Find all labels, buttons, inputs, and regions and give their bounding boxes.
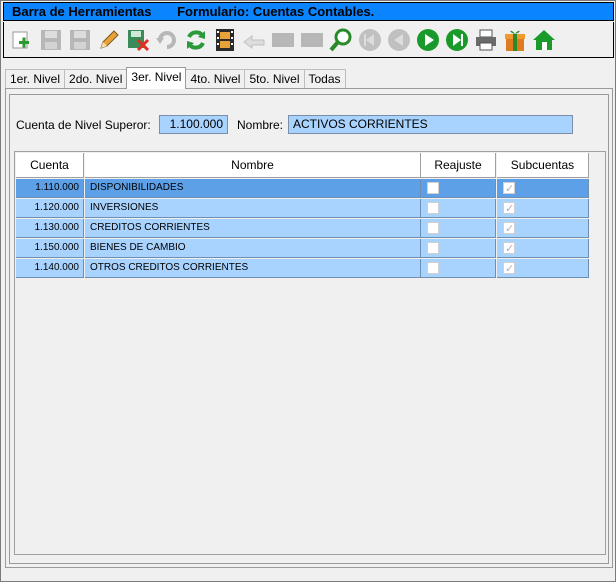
undo-icon (156, 30, 176, 49)
save-as-icon (70, 29, 90, 50)
search-button[interactable] (327, 25, 355, 55)
name-label: Nombre: (237, 118, 284, 132)
blank-button-2[interactable] (298, 25, 326, 55)
toolbar-caption: Barra de Herramientas (12, 4, 152, 19)
tab-level-2[interactable]: 2do. Nivel (64, 69, 128, 89)
tab-level-1[interactable]: 1er. Nivel (5, 69, 66, 89)
first-record-icon (359, 28, 381, 51)
previous-record-icon (388, 28, 410, 51)
name-field[interactable]: ACTIVOS CORRIENTES (288, 115, 573, 134)
table-row[interactable]: 1.130.000 CREDITOS CORRIENTES (16, 219, 589, 239)
cuenta-cell[interactable]: 1.110.000 (16, 179, 84, 198)
table-row[interactable]: 1.140.000 OTROS CREDITOS CORRIENTES (16, 259, 589, 279)
nombre-cell[interactable]: CREDITOS CORRIENTES (85, 219, 421, 238)
reajuste-cell (421, 179, 496, 198)
form-caption: Formulario: Cuentas Contables. (177, 4, 375, 19)
title-bar: Barra de Herramientas Formulario: Cuenta… (3, 2, 614, 21)
next-record-button[interactable] (414, 25, 442, 55)
reajuste-checkbox[interactable] (427, 262, 439, 274)
parent-account-label: Cuenta de Nivel Superor: (16, 118, 151, 132)
refresh-button[interactable] (182, 25, 210, 55)
reajuste-cell (421, 199, 496, 218)
tab-level-3[interactable]: 3er. Nivel (126, 67, 187, 89)
nombre-cell[interactable]: DISPONIBILIDADES (85, 179, 421, 198)
cuenta-cell[interactable]: 1.130.000 (16, 219, 84, 238)
accounts-grid[interactable]: Cuenta Nombre Reajuste Subcuentas 1.110.… (14, 151, 606, 555)
save-button[interactable] (37, 25, 65, 55)
cuenta-cell[interactable]: 1.150.000 (16, 239, 84, 258)
search-icon (329, 28, 352, 51)
add-icon (12, 31, 29, 48)
tab-page: Cuenta de Nivel Superor: 1.100.000 Nombr… (5, 88, 613, 568)
column-header-nombre[interactable]: Nombre (85, 153, 421, 178)
back-button[interactable] (240, 25, 268, 55)
column-header-reajuste[interactable]: Reajuste (421, 153, 496, 178)
tab-strip: 1er. Nivel 2do. Nivel 3er. Nivel 4to. Ni… (5, 67, 346, 89)
blank-icon-2 (301, 32, 323, 47)
subcuentas-cell (497, 179, 589, 198)
film-button[interactable] (211, 25, 239, 55)
tab-level-4[interactable]: 4to. Nivel (185, 69, 246, 89)
reajuste-checkbox[interactable] (427, 202, 439, 214)
nombre-cell[interactable]: INVERSIONES (85, 199, 421, 218)
reajuste-cell (421, 239, 496, 258)
home-icon (533, 29, 555, 50)
film-icon (216, 28, 234, 51)
level-panel: Cuenta de Nivel Superor: 1.100.000 Nombr… (9, 94, 609, 564)
delete-icon (128, 29, 150, 51)
first-record-button[interactable] (356, 25, 384, 55)
main-window: Barra de Herramientas Formulario: Cuenta… (0, 0, 616, 582)
delete-button[interactable] (124, 25, 152, 55)
gift-icon (505, 30, 525, 51)
tab-all[interactable]: Todas (303, 69, 346, 89)
cuenta-cell[interactable]: 1.120.000 (16, 199, 84, 218)
add-button[interactable] (8, 25, 36, 55)
gift-button[interactable] (501, 25, 529, 55)
table-row[interactable]: 1.150.000 BIENES DE CAMBIO (16, 239, 589, 259)
blank-button[interactable] (269, 25, 297, 55)
parent-account-field[interactable]: 1.100.000 (159, 115, 228, 134)
last-record-button[interactable] (443, 25, 471, 55)
back-arrow-icon (243, 34, 265, 49)
edit-button[interactable] (95, 25, 123, 55)
cuenta-cell[interactable]: 1.140.000 (16, 259, 84, 278)
next-record-icon (417, 28, 439, 51)
reajuste-checkbox[interactable] (427, 182, 439, 194)
tab-level-5[interactable]: 5to. Nivel (244, 69, 305, 89)
print-icon (476, 29, 496, 50)
home-button[interactable] (530, 25, 558, 55)
reajuste-cell (421, 219, 496, 238)
save-as-button[interactable] (66, 25, 94, 55)
blank-icon (272, 32, 294, 47)
table-row[interactable]: 1.110.000 DISPONIBILIDADES (16, 179, 589, 199)
undo-button[interactable] (153, 25, 181, 55)
toolbar (3, 22, 614, 58)
save-icon (41, 29, 61, 50)
reajuste-checkbox[interactable] (427, 242, 439, 254)
subcuentas-cell (497, 219, 589, 238)
subcuentas-cell (497, 199, 589, 218)
previous-record-button[interactable] (385, 25, 413, 55)
subcuentas-checkbox[interactable] (503, 260, 515, 278)
nombre-cell[interactable]: BIENES DE CAMBIO (85, 239, 421, 258)
subcuentas-cell (497, 239, 589, 258)
column-header-subcuentas[interactable]: Subcuentas (497, 153, 589, 178)
subcuentas-checkbox[interactable] (503, 200, 515, 218)
table-row[interactable]: 1.120.000 INVERSIONES (16, 199, 589, 219)
subcuentas-checkbox[interactable] (503, 240, 515, 258)
refresh-icon (187, 29, 205, 50)
reajuste-checkbox[interactable] (427, 222, 439, 234)
subcuentas-checkbox[interactable] (503, 220, 515, 238)
last-record-icon (446, 28, 468, 51)
nombre-cell[interactable]: OTROS CREDITOS CORRIENTES (85, 259, 421, 278)
subcuentas-checkbox[interactable] (503, 180, 515, 198)
print-button[interactable] (472, 25, 500, 55)
subcuentas-cell (497, 259, 589, 278)
edit-pencil-icon (100, 29, 119, 49)
reajuste-cell (421, 259, 496, 278)
column-header-cuenta[interactable]: Cuenta (16, 153, 84, 178)
